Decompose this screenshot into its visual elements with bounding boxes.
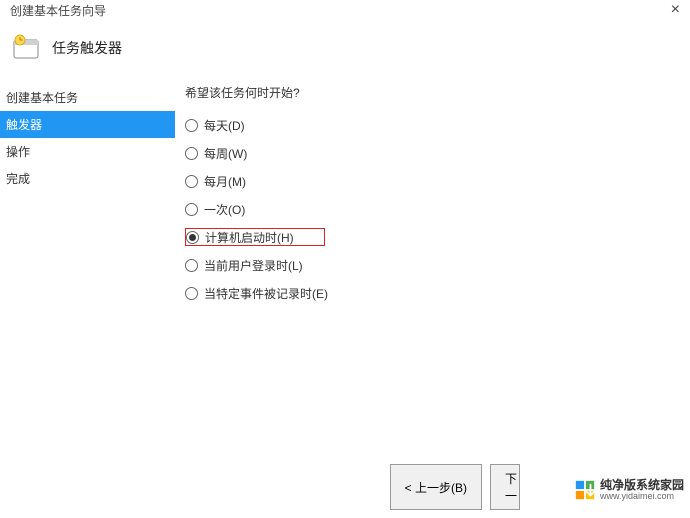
option-label: 一次(O): [204, 201, 245, 218]
watermark: 纯净版系统家园 www.yidaimei.com: [574, 479, 684, 502]
watermark-text: 纯净版系统家园 www.yidaimei.com: [600, 479, 684, 502]
option-label: 每周(W): [204, 145, 247, 162]
radio-icon: [185, 147, 198, 160]
task-scheduler-icon: [10, 32, 42, 64]
wizard-sidebar: 创建基本任务 触发器 操作 完成: [0, 82, 175, 462]
option-label: 每天(D): [204, 117, 245, 134]
sidebar-item-create[interactable]: 创建基本任务: [0, 84, 175, 111]
close-icon[interactable]: ×: [671, 1, 680, 19]
option-event[interactable]: 当特定事件被记录时(E): [185, 284, 690, 302]
page-title: 任务触发器: [52, 38, 122, 58]
option-logon[interactable]: 当前用户登录时(L): [185, 256, 690, 274]
option-once[interactable]: 一次(O): [185, 200, 690, 218]
wizard-main: 希望该任务何时开始? 每天(D) 每周(W) 每月(M) 一次(O) 计算机启动…: [175, 82, 690, 462]
option-startup[interactable]: 计算机启动时(H): [185, 228, 325, 246]
radio-icon: [185, 203, 198, 216]
option-label: 每月(M): [204, 173, 246, 190]
wizard-buttons: < 上一步(B) 下一: [390, 464, 520, 510]
sidebar-item-finish[interactable]: 完成: [0, 165, 175, 192]
option-daily[interactable]: 每天(D): [185, 116, 690, 134]
watermark-url: www.yidaimei.com: [600, 492, 684, 502]
option-weekly[interactable]: 每周(W): [185, 144, 690, 162]
option-label: 计算机启动时(H): [205, 229, 294, 246]
radio-icon: [186, 231, 199, 244]
option-label: 当前用户登录时(L): [204, 257, 303, 274]
next-button[interactable]: 下一: [490, 464, 520, 510]
title-bar: 创建基本任务向导 ×: [0, 0, 690, 20]
radio-icon: [185, 259, 198, 272]
radio-icon: [185, 287, 198, 300]
back-button[interactable]: < 上一步(B): [390, 464, 482, 510]
wizard-body: 创建基本任务 触发器 操作 完成 希望该任务何时开始? 每天(D) 每周(W) …: [0, 82, 690, 462]
sidebar-item-action[interactable]: 操作: [0, 138, 175, 165]
radio-icon: [185, 175, 198, 188]
trigger-options: 每天(D) 每周(W) 每月(M) 一次(O) 计算机启动时(H) 当前用户登录: [185, 116, 690, 302]
prompt-text: 希望该任务何时开始?: [185, 84, 690, 101]
watermark-logo-icon: [574, 479, 596, 501]
option-label: 当特定事件被记录时(E): [204, 285, 328, 302]
sidebar-item-trigger[interactable]: 触发器: [0, 111, 175, 138]
window-title: 创建基本任务向导: [10, 2, 106, 19]
radio-icon: [185, 119, 198, 132]
option-monthly[interactable]: 每月(M): [185, 172, 690, 190]
wizard-header: 任务触发器: [0, 20, 690, 82]
